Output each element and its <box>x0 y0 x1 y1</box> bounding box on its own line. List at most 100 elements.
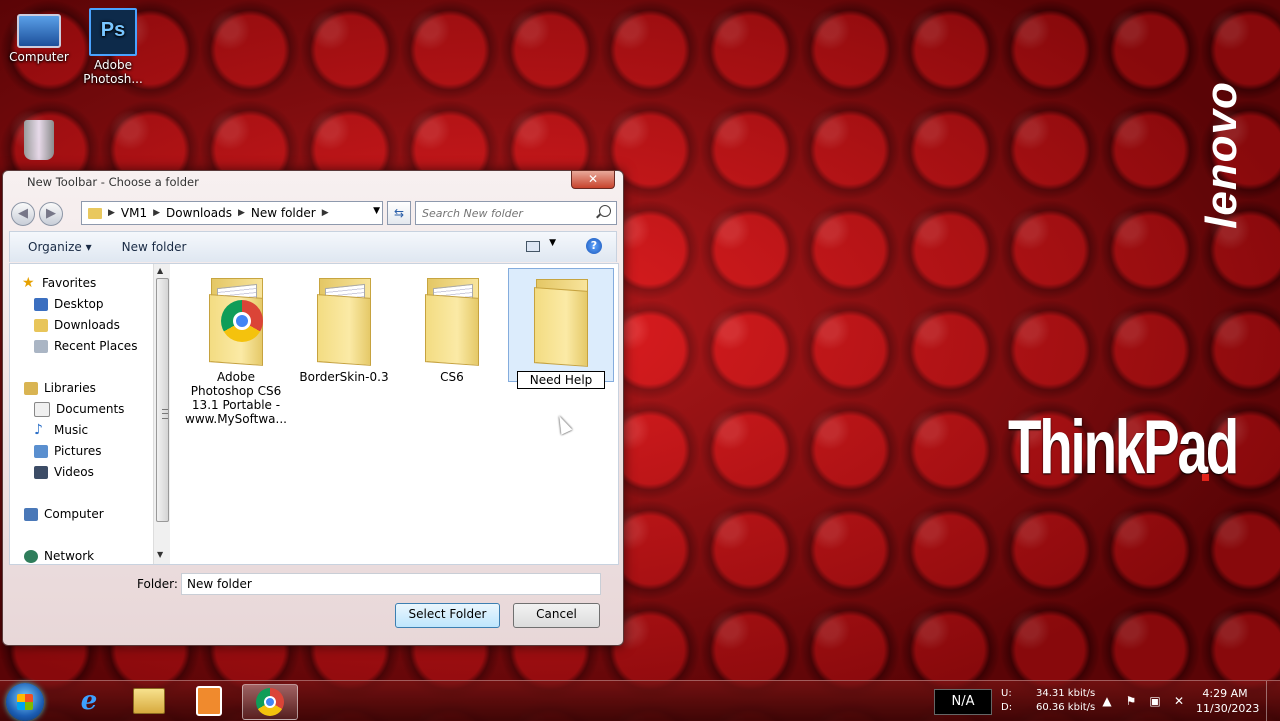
folder-icon <box>88 207 102 219</box>
photoshop-icon: Ps <box>89 8 137 56</box>
nav-item-music[interactable]: ♪ Music <box>34 421 88 439</box>
network-tray-icon[interactable]: ▣ <box>1148 694 1162 708</box>
command-bar: Organize ▾ New folder ▼ ? <box>9 231 617 262</box>
dialog-title: New Toolbar - Choose a folder <box>27 175 199 189</box>
scroll-down-icon[interactable]: ▼ <box>157 550 163 559</box>
computer-icon <box>17 14 61 48</box>
volume-muted-icon[interactable]: ✕ <box>1172 694 1186 708</box>
media-player-icon <box>196 686 222 716</box>
nav-label: Computer <box>44 507 104 521</box>
nav-item-recent-places[interactable]: Recent Places <box>34 337 137 355</box>
desktop-icon-computer[interactable]: Computer <box>2 8 76 64</box>
chrome-icon <box>256 688 284 716</box>
download-speed: 60.36 kbit/s <box>1036 702 1096 713</box>
recycle-bin-icon <box>24 120 54 160</box>
nav-label: Desktop <box>54 297 104 311</box>
nav-item-favorites[interactable]: ★ Favorites <box>22 274 96 292</box>
clock-date: 11/30/2023 <box>1196 702 1260 715</box>
nav-item-network[interactable]: Network <box>24 547 94 565</box>
nav-item-downloads[interactable]: Downloads <box>34 316 120 334</box>
desktop-icon-label: Computer <box>9 50 69 64</box>
forward-button[interactable]: ▶ <box>39 202 63 226</box>
downloads-folder-icon <box>34 318 48 332</box>
music-icon: ♪ <box>34 421 43 438</box>
desktop-icon-photoshop[interactable]: Ps Adobe Photosh... <box>76 8 150 86</box>
start-button[interactable] <box>6 683 44 721</box>
nav-label: Downloads <box>54 318 120 332</box>
back-button[interactable]: ◀ <box>11 202 35 226</box>
nav-item-pictures[interactable]: Pictures <box>34 442 102 460</box>
file-item-need-help[interactable]: Need Help <box>508 268 614 389</box>
breadcrumb-vm1[interactable]: VM1 <box>121 206 147 220</box>
address-bar[interactable]: ▶ VM1 ▶ Downloads ▶ New folder ▶ ▼ <box>81 201 383 225</box>
close-button[interactable]: ✕ <box>571 170 615 189</box>
file-list: Adobe Photoshop CS6 13.1 Portable - www.… <box>172 264 618 564</box>
network-meter-status: N/A <box>934 689 992 715</box>
chevron-down-icon[interactable]: ▼ <box>549 238 556 248</box>
taskbar-internet-explorer[interactable]: e <box>62 684 116 718</box>
organize-button[interactable]: Organize ▾ <box>28 240 92 254</box>
file-item-cs6[interactable]: CS6 <box>400 268 504 384</box>
computer-icon <box>24 507 38 521</box>
nav-item-libraries[interactable]: Libraries <box>24 379 96 397</box>
breadcrumb-downloads[interactable]: Downloads <box>166 206 232 220</box>
browser-pane: ★ Favorites Desktop Downloads Recent Pla… <box>9 263 619 565</box>
chevron-right-icon: ▶ <box>153 208 161 218</box>
folder-icon <box>315 274 373 366</box>
folder-field[interactable] <box>181 573 601 595</box>
breadcrumb-new-folder[interactable]: New folder <box>251 206 316 220</box>
new-folder-button[interactable]: New folder <box>122 240 187 254</box>
file-name: Adobe Photoshop CS6 13.1 Portable - www.… <box>185 370 287 426</box>
nav-label: Documents <box>56 402 125 416</box>
help-icon[interactable]: ? <box>586 238 602 254</box>
file-item-adobe-photoshop[interactable]: Adobe Photoshop CS6 13.1 Portable - www.… <box>184 268 288 426</box>
desktop-icon-label: Adobe Photosh... <box>83 58 143 86</box>
nav-scrollbar[interactable]: ▲ ▼ <box>153 264 170 564</box>
chrome-icon <box>221 300 263 342</box>
taskbar-chrome[interactable] <box>242 684 298 720</box>
nav-label: Recent Places <box>54 339 138 353</box>
file-explorer-icon <box>133 688 165 714</box>
action-center-flag-icon[interactable]: ⚑ <box>1124 694 1138 708</box>
folder-icon <box>423 274 481 366</box>
select-folder-button[interactable]: Select Folder <box>395 603 500 628</box>
nav-label: Pictures <box>54 444 102 458</box>
scrollbar-thumb[interactable] <box>156 278 169 522</box>
chevron-right-icon: ▶ <box>108 208 115 218</box>
nav-label: Network <box>44 549 95 563</box>
internet-explorer-icon: e <box>80 686 98 716</box>
nav-item-computer[interactable]: Computer <box>24 505 104 523</box>
desktop-icon-recycle-bin[interactable] <box>2 120 76 162</box>
nav-item-videos[interactable]: Videos <box>34 463 94 481</box>
system-clock[interactable]: 4:29 AM 11/30/2023 <box>1196 686 1260 716</box>
file-item-borderskin[interactable]: BorderSkin-0.3 <box>292 268 396 384</box>
scroll-up-icon[interactable]: ▲ <box>157 266 163 275</box>
show-hidden-icons-icon[interactable]: ▲ <box>1100 694 1114 708</box>
rename-textbox[interactable]: Need Help <box>517 371 605 389</box>
search-icon <box>599 205 611 217</box>
folder-icon <box>532 275 590 367</box>
network-icon <box>24 549 38 563</box>
show-desktop-button[interactable] <box>1266 681 1280 721</box>
nav-label: Favorites <box>42 276 97 290</box>
download-label: D: <box>1001 702 1013 713</box>
desktop-icon <box>34 297 48 311</box>
navigation-pane: ★ Favorites Desktop Downloads Recent Pla… <box>10 264 155 564</box>
nav-label: Music <box>54 423 89 437</box>
nav-item-desktop[interactable]: Desktop <box>34 295 104 313</box>
lenovo-logo: lenovo <box>1196 81 1246 229</box>
navigation-row: ◀ ▶ ▶ VM1 ▶ Downloads ▶ New folder ▶ ▼ ⇆ <box>9 199 617 226</box>
clock-time: 4:29 AM <box>1202 687 1248 700</box>
taskbar-media-player[interactable] <box>182 684 236 718</box>
pictures-icon <box>34 444 48 458</box>
search-box[interactable] <box>415 201 617 225</box>
view-options-icon[interactable] <box>526 241 540 252</box>
cancel-button[interactable]: Cancel <box>513 603 600 628</box>
search-input[interactable] <box>416 202 594 224</box>
refresh-button[interactable]: ⇆ <box>387 201 411 225</box>
file-name: CS6 <box>440 370 464 384</box>
taskbar-windows-explorer[interactable] <box>122 684 176 718</box>
folder-icon <box>207 274 265 366</box>
nav-item-documents[interactable]: Documents <box>34 400 124 418</box>
chevron-down-icon[interactable]: ▼ <box>373 206 380 216</box>
